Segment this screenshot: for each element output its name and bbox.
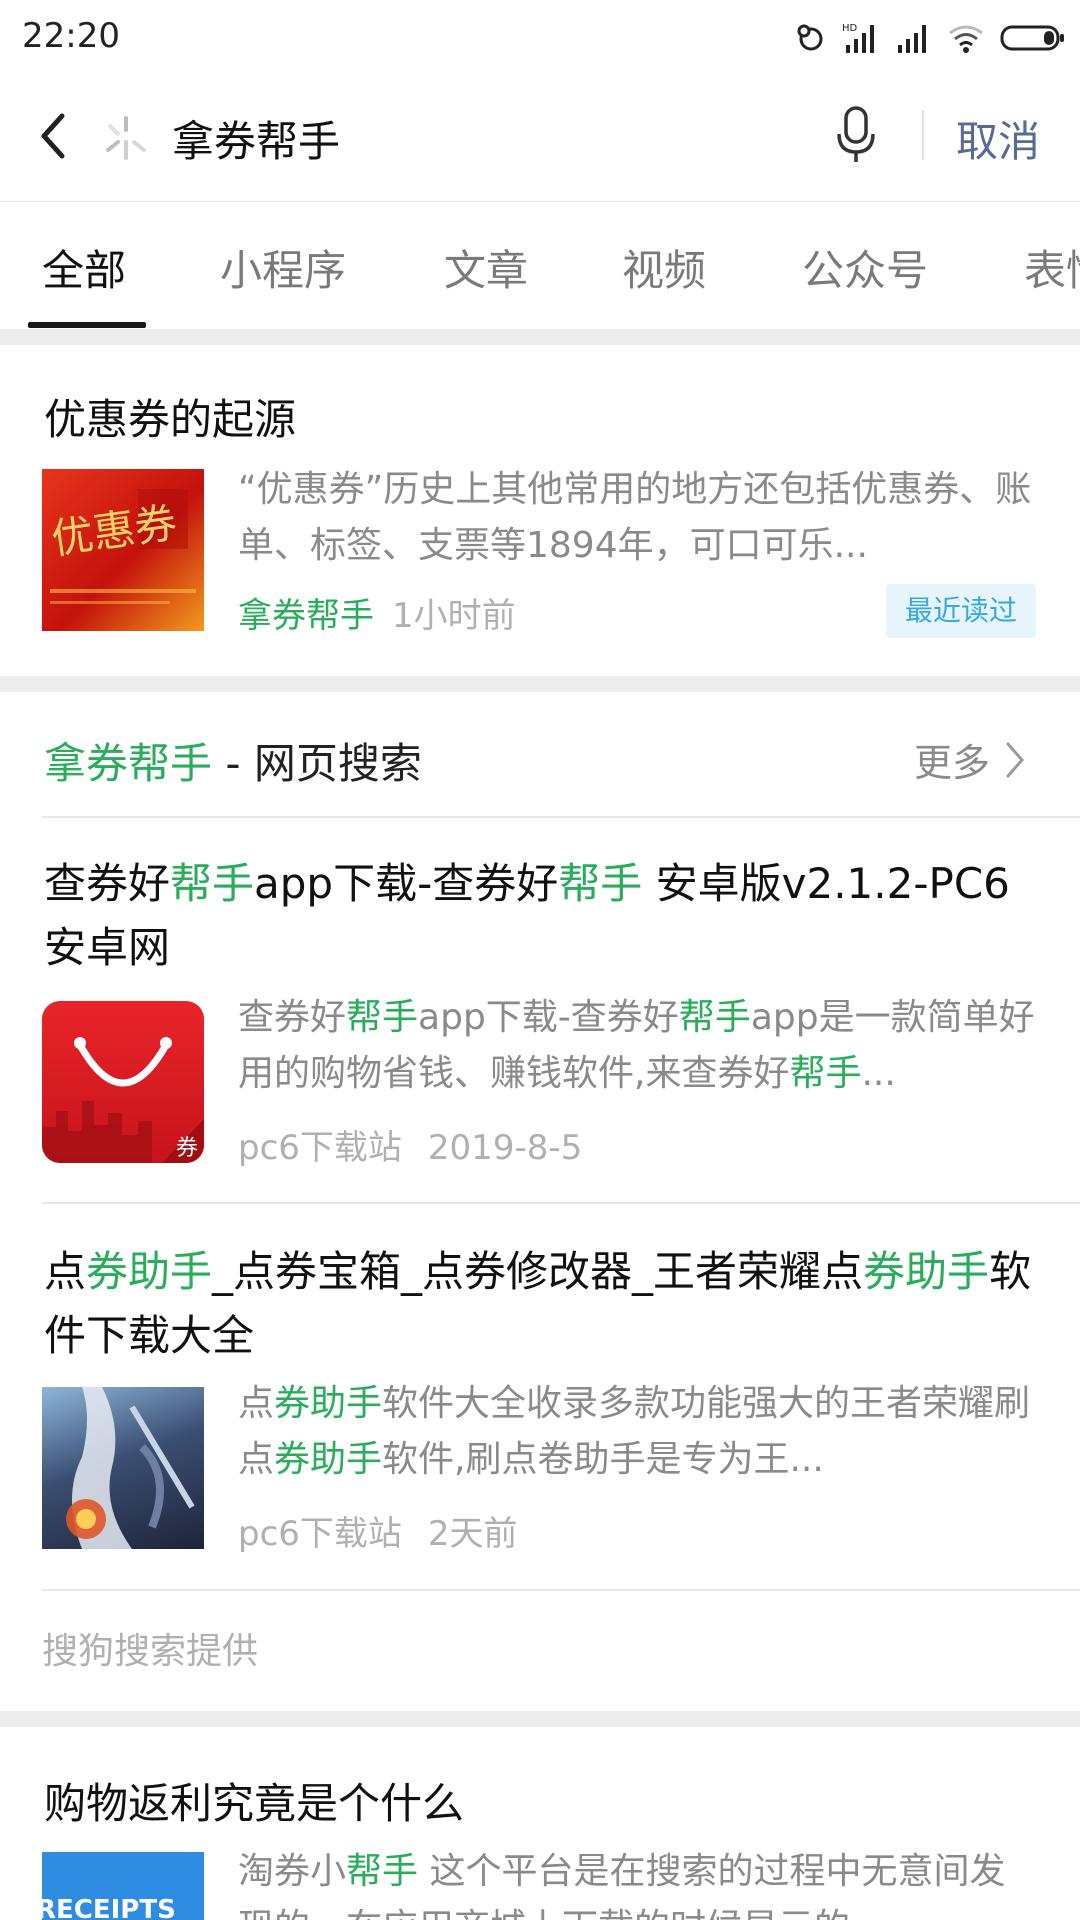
status-bar: 22:20 HD [0,0,1080,74]
result-date: 2天前 [427,1514,518,1554]
status-icons: HD [794,18,1066,58]
more-label: 更多 [914,741,991,785]
microphone-icon[interactable] [834,104,878,166]
result-description: 点券助手软件大全收录多款功能强大的王者荣耀刷点券助手软件,刷点卷助手是专为王..… [238,1383,1031,1480]
result-meta: pc6下载站 2019-8-5 [238,1120,582,1169]
result-description: 查券好帮手app下载-查券好帮手app是一款简单好用的购物省钱、赚钱软件,来查券… [238,997,1035,1094]
thumbnail-calligraphy: 优惠券 [48,498,180,564]
loading-spinner-icon [106,116,146,160]
divider [42,1589,1080,1591]
article-title: 优惠券的起源 [44,395,297,444]
tab-all[interactable]: 全部 [42,237,126,298]
tab-videos[interactable]: 视频 [622,237,706,298]
divider [42,816,1080,818]
section-gap [0,676,1080,692]
result-thumbnail: 券 [42,1001,204,1163]
back-icon[interactable] [30,104,82,168]
article-thumbnail: RECEIPTS [42,1852,204,1920]
cancel-button[interactable]: 取消 [956,108,1040,169]
tab-stickers[interactable]: 表情 [1024,237,1080,298]
article-time: 1小时前 [392,596,516,636]
category-tabs: 全部 小程序 文章 视频 公众号 表情 [0,203,1080,329]
result-title: 查券好帮手app下载-查券好帮手 安卓版v2.1.2-PC6安卓网 [44,859,1010,972]
sync-icon [797,24,823,51]
tab-mini-programs[interactable]: 小程序 [220,237,346,298]
article-thumbnail: 优惠券 [42,469,204,631]
thumbnail-badge: 券 [176,1136,198,1161]
section-gap [0,329,1080,345]
tab-articles[interactable]: 文章 [444,237,528,298]
article-description: 淘券小帮手 这个平台是在搜索的过程中无意间发现的，在应用商城上下载的时候显示的.… [238,1851,1006,1920]
recently-read-badge: 最近读过 [886,584,1036,638]
search-input[interactable]: 拿券帮手 [172,108,340,169]
result-source: pc6下载站 [238,1128,402,1168]
battery-icon [1000,25,1064,51]
article-description: “优惠券”历史上其他常用的地方还包括优惠券、账单、标签、支票等1894年，可口可… [238,469,1032,566]
header-divider [922,110,924,160]
search-provider-note: 搜狗搜索提供 [42,1631,259,1672]
more-button[interactable]: 更多 [914,732,1026,787]
hd-signal-icon: HD [842,23,874,53]
tab-official-accounts[interactable]: 公众号 [802,237,928,298]
clock: 22:20 [22,16,120,56]
result-meta: pc6下载站 2天前 [238,1506,518,1555]
svg-text:HD: HD [842,23,858,34]
web-search-keyword: 拿券帮手 [44,739,213,788]
signal-icon [898,25,926,53]
result-title: 点券助手_点券宝箱_点券修改器_王者荣耀点券助手软件下载大全 [44,1247,1032,1360]
thumbnail-text: RECEIPTS [42,1895,176,1920]
web-search-heading-suffix: - 网页搜索 [212,739,422,788]
active-tab-indicator [28,322,146,328]
divider [42,1202,1080,1204]
article-meta: 拿券帮手 1小时前 [238,588,516,637]
wifi-icon [949,25,983,53]
article-source: 拿券帮手 [238,596,374,636]
section-gap [0,1711,1080,1727]
article-title: 购物返利究竟是个什么 [44,1779,465,1828]
web-search-heading: 拿券帮手 - 网页搜索 [44,730,422,791]
result-thumbnail [42,1387,204,1549]
result-source: pc6下载站 [238,1514,402,1554]
chevron-right-icon [1006,742,1025,777]
result-date: 2019-8-5 [427,1128,583,1168]
search-header: 拿券帮手 取消 [0,74,1080,202]
